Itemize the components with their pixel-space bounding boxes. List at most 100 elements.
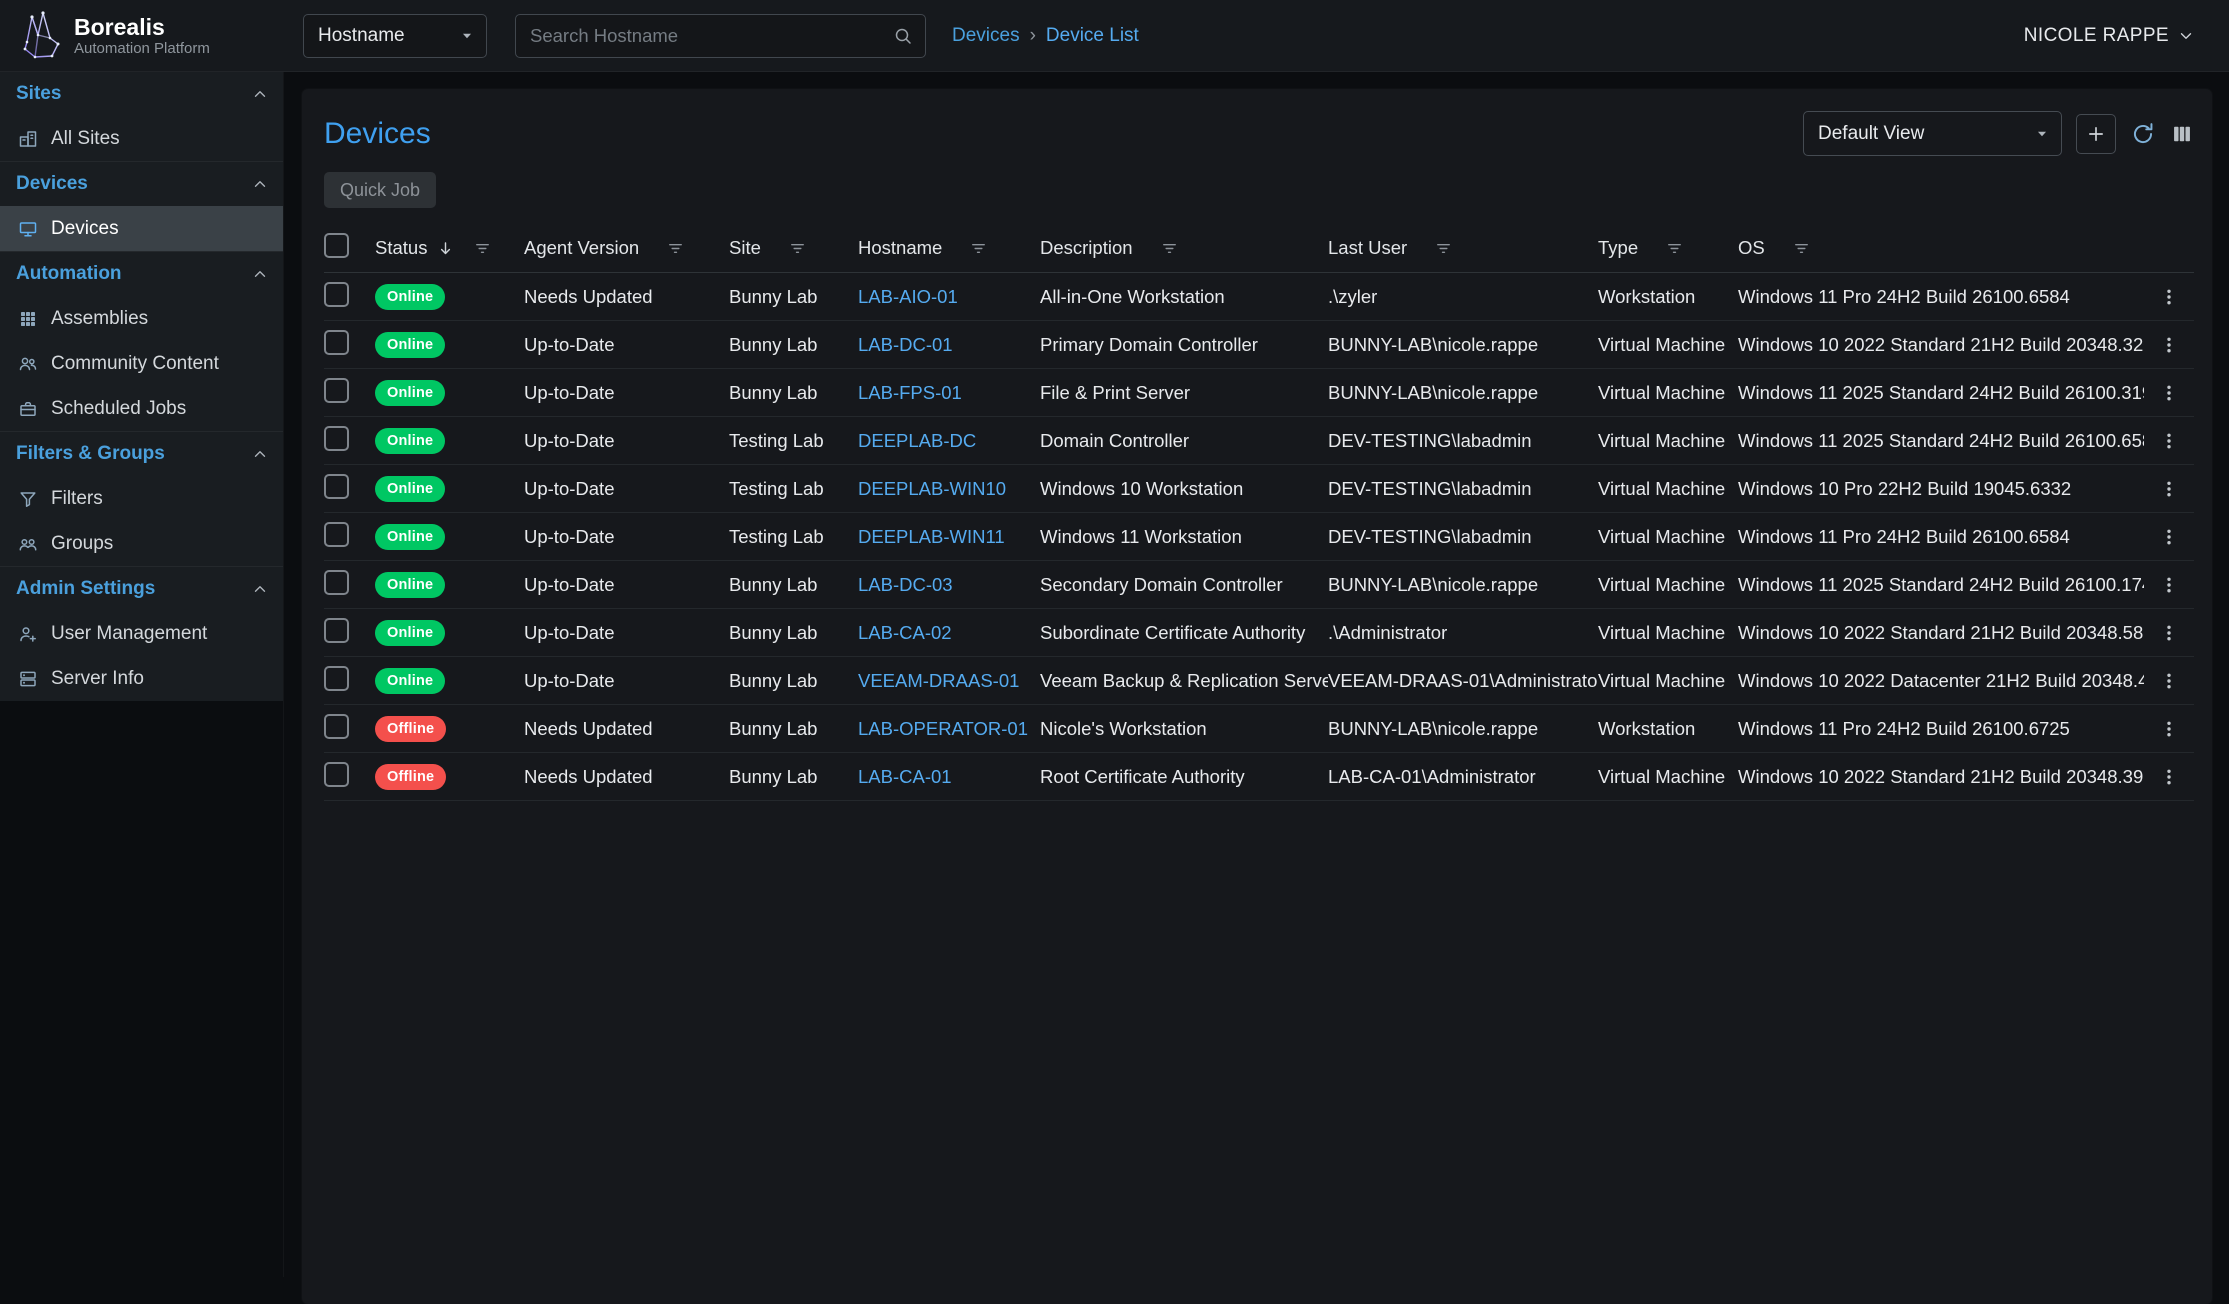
filter-list-icon[interactable]	[969, 239, 988, 258]
row-checkbox[interactable]	[324, 570, 349, 595]
search-box[interactable]	[515, 14, 926, 58]
filter-list-icon[interactable]	[1665, 239, 1684, 258]
cell-hostname: LAB-FPS-01	[858, 382, 1040, 404]
column-header-hostname[interactable]: Hostname	[858, 237, 1040, 259]
kebab-icon[interactable]	[2159, 431, 2179, 451]
row-checkbox[interactable]	[324, 762, 349, 787]
column-header-site[interactable]: Site	[729, 237, 858, 259]
column-header-description[interactable]: Description	[1040, 237, 1328, 259]
search-field-value: Hostname	[318, 25, 405, 47]
row-checkbox[interactable]	[324, 666, 349, 691]
filter-list-icon[interactable]	[473, 239, 492, 258]
kebab-icon[interactable]	[2159, 767, 2179, 787]
cell-hostname: LAB-AIO-01	[858, 286, 1040, 308]
sidebar-item-devices[interactable]: Devices	[0, 206, 283, 251]
kebab-icon[interactable]	[2159, 671, 2179, 691]
hostname-link[interactable]: LAB-CA-01	[858, 766, 952, 787]
row-checkbox[interactable]	[324, 618, 349, 643]
refresh-button[interactable]	[2130, 121, 2156, 147]
columns-button[interactable]	[2170, 122, 2194, 146]
kebab-icon[interactable]	[2159, 623, 2179, 643]
row-checkbox[interactable]	[324, 714, 349, 739]
filter-list-icon[interactable]	[1434, 239, 1453, 258]
kebab-icon[interactable]	[2159, 575, 2179, 595]
column-header-last_user[interactable]: Last User	[1328, 237, 1598, 259]
filter-list-icon[interactable]	[1160, 239, 1179, 258]
search-input[interactable]	[528, 24, 893, 48]
column-header-agent[interactable]: Agent Version	[524, 237, 729, 259]
breadcrumb-devices[interactable]: Devices	[952, 25, 1020, 47]
kebab-icon[interactable]	[2159, 479, 2179, 499]
hostname-link[interactable]: LAB-OPERATOR-01	[858, 718, 1028, 739]
sidebar-section-devices[interactable]: Devices	[0, 161, 283, 206]
row-checkbox[interactable]	[324, 378, 349, 403]
search-icon	[893, 26, 913, 46]
hostname-link[interactable]: LAB-DC-01	[858, 334, 953, 355]
filter-list-icon[interactable]	[1792, 239, 1811, 258]
kebab-icon[interactable]	[2159, 719, 2179, 739]
cell-status: Online	[375, 524, 524, 550]
sidebar-item-label: Community Content	[51, 353, 219, 375]
sidebar-item-all-sites[interactable]: All Sites	[0, 116, 283, 161]
select-all-checkbox[interactable]	[324, 233, 349, 258]
sort-desc-icon[interactable]	[436, 239, 455, 258]
view-selector[interactable]: Default View	[1803, 111, 2062, 156]
hostname-link[interactable]: DEEPLAB-DC	[858, 430, 976, 451]
table-row: OnlineUp-to-DateBunny LabVEEAM-DRAAS-01V…	[324, 657, 2194, 705]
sidebar-item-user-management[interactable]: User Management	[0, 611, 283, 656]
hostname-link[interactable]: DEEPLAB-WIN11	[858, 526, 1005, 547]
row-checkbox[interactable]	[324, 282, 349, 307]
sidebar-item-community-content[interactable]: Community Content	[0, 341, 283, 386]
hostname-link[interactable]: LAB-AIO-01	[858, 286, 958, 307]
kebab-icon[interactable]	[2159, 335, 2179, 355]
cell-description: Domain Controller	[1040, 430, 1328, 452]
cell-select	[324, 282, 375, 312]
sidebar-section-automation[interactable]: Automation	[0, 251, 283, 296]
sidebar-section-label: Admin Settings	[16, 578, 155, 600]
sidebar-item-scheduled-jobs[interactable]: Scheduled Jobs	[0, 386, 283, 431]
sidebar-item-server-info[interactable]: Server Info	[0, 656, 283, 701]
status-badge: Online	[375, 428, 445, 454]
filter-list-icon[interactable]	[666, 239, 685, 258]
row-checkbox[interactable]	[324, 522, 349, 547]
column-header-type[interactable]: Type	[1598, 237, 1738, 259]
user-menu[interactable]: NICOLE RAPPE	[2024, 25, 2195, 47]
cell-status: Offline	[375, 716, 524, 742]
table-row: OfflineNeeds UpdatedBunny LabLAB-OPERATO…	[324, 705, 2194, 753]
sidebar-item-groups[interactable]: Groups	[0, 521, 283, 566]
cell-type: Virtual Machine	[1598, 430, 1738, 452]
kebab-icon[interactable]	[2159, 287, 2179, 307]
kebab-icon[interactable]	[2159, 527, 2179, 547]
search-field-selector[interactable]: Hostname	[303, 14, 487, 58]
row-checkbox[interactable]	[324, 474, 349, 499]
cell-last-user: VEEAM-DRAAS-01\Administrator	[1328, 670, 1598, 692]
kebab-icon[interactable]	[2159, 383, 2179, 403]
sidebar-item-filters[interactable]: Filters	[0, 476, 283, 521]
sidebar-item-assemblies[interactable]: Assemblies	[0, 296, 283, 341]
column-header-os[interactable]: OS	[1738, 237, 2144, 259]
column-header-status[interactable]: Status	[375, 237, 524, 259]
add-view-button[interactable]	[2076, 114, 2116, 154]
row-checkbox[interactable]	[324, 426, 349, 451]
quick-job-button[interactable]: Quick Job	[324, 172, 436, 208]
hostname-link[interactable]: DEEPLAB-WIN10	[858, 478, 1006, 499]
filter-list-icon[interactable]	[788, 239, 807, 258]
cell-description: Nicole's Workstation	[1040, 718, 1328, 740]
hostname-link[interactable]: LAB-DC-03	[858, 574, 953, 595]
hostname-link[interactable]: LAB-CA-02	[858, 622, 952, 643]
sidebar-section-admin-settings[interactable]: Admin Settings	[0, 566, 283, 611]
sidebar-section-label: Filters & Groups	[16, 443, 165, 465]
sidebar-section-filters-groups[interactable]: Filters & Groups	[0, 431, 283, 476]
cell-site: Testing Lab	[729, 430, 858, 452]
hostname-link[interactable]: LAB-FPS-01	[858, 382, 962, 403]
sidebar-item-label: Filters	[51, 488, 103, 510]
breadcrumb-device-list[interactable]: Device List	[1046, 25, 1139, 47]
user-name: NICOLE RAPPE	[2024, 25, 2169, 47]
cell-description: Secondary Domain Controller	[1040, 574, 1328, 596]
cell-select	[324, 762, 375, 792]
cell-os: Windows 10 2022 Datacenter 21H2 Build 20…	[1738, 670, 2144, 692]
status-badge: Online	[375, 380, 445, 406]
sidebar-section-sites[interactable]: Sites	[0, 72, 283, 116]
hostname-link[interactable]: VEEAM-DRAAS-01	[858, 670, 1019, 691]
row-checkbox[interactable]	[324, 330, 349, 355]
